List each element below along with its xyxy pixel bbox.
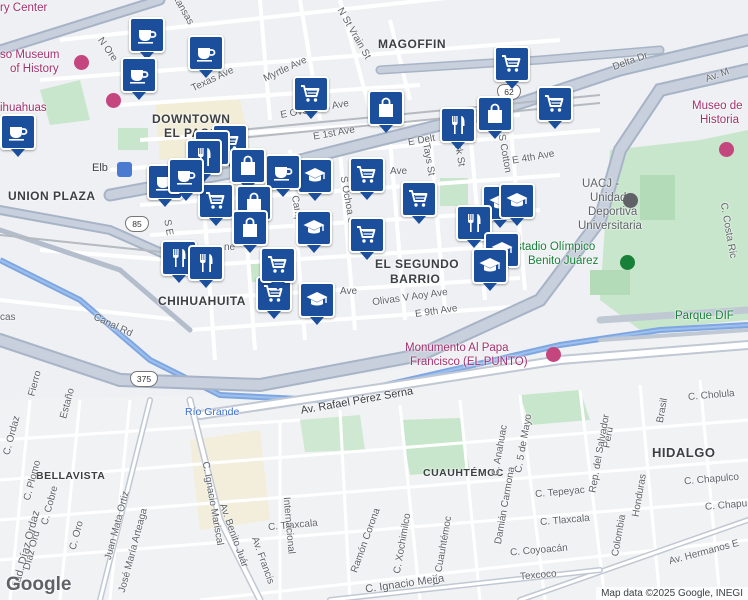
graduation-cap-icon: [478, 254, 502, 278]
map-pin-shopping[interactable]: [368, 90, 404, 133]
map-pin-school[interactable]: [499, 183, 535, 226]
street-label-ave-2: Ave: [340, 286, 358, 297]
museum-icon[interactable]: [106, 93, 121, 108]
poi-label-unidad[interactable]: Unidad: [590, 192, 626, 204]
map-pin-grocery[interactable]: [401, 181, 437, 224]
coffee-cup-icon: [271, 160, 295, 184]
poi-label-center[interactable]: ry Center: [0, 2, 47, 14]
map-pin-cafe[interactable]: [265, 154, 301, 197]
map-pin-grocery[interactable]: [349, 157, 385, 200]
map-pin-cafe[interactable]: [0, 114, 36, 157]
shopping-bag-icon: [483, 102, 507, 126]
route-shield-85: 85: [125, 216, 149, 232]
map-pin-school[interactable]: [472, 248, 508, 291]
shopping-cart-icon: [543, 92, 567, 116]
poi-label-museo[interactable]: Museo de: [692, 100, 743, 112]
map-pin-cafe[interactable]: [129, 17, 165, 60]
poi-label-history-museum[interactable]: so Museum: [0, 49, 59, 61]
poi-label-monumento[interactable]: Monumento Al Papa: [405, 342, 509, 354]
graduation-cap-icon: [305, 288, 329, 312]
neighborhood-label-chihuahuita: CHIHUAHUITA: [158, 294, 246, 308]
neighborhood-label-union-plaza: UNION PLAZA: [8, 189, 96, 203]
coffee-cup-icon: [174, 164, 198, 188]
neighborhood-label-bellavista: BELLAVISTA: [36, 470, 106, 482]
map-pin-school[interactable]: [296, 210, 332, 253]
coffee-cup-icon: [135, 23, 159, 47]
fork-knife-icon: [446, 113, 470, 137]
map-pin-grocery[interactable]: [293, 76, 329, 119]
shopping-cart-icon: [355, 163, 379, 187]
monument-icon[interactable]: [546, 347, 561, 362]
shopping-cart-icon: [500, 52, 524, 76]
map-pin-school[interactable]: [297, 158, 333, 201]
map-pin-restaurant[interactable]: [188, 245, 224, 288]
coffee-cup-icon: [6, 120, 30, 144]
shopping-cart-icon: [204, 189, 228, 213]
route-shield-375: 375: [130, 371, 158, 387]
poi-label-parque-dif[interactable]: Parque DIF: [675, 310, 734, 322]
river-label-rio-grande: Río Grande: [185, 406, 240, 418]
map-pin-school[interactable]: [299, 282, 335, 325]
map-pin-restaurant[interactable]: [440, 107, 476, 150]
neighborhood-label-magoffin: MAGOFFIN: [378, 37, 446, 51]
street-label-cas: cas: [0, 312, 16, 323]
map-attribution: Map data ©2025 Google, INEGI: [596, 587, 748, 600]
shopping-bag-icon: [238, 216, 262, 240]
neighborhood-label-barrio: BARRIO: [390, 272, 441, 286]
shopping-cart-icon: [407, 187, 431, 211]
map-pin-shopping[interactable]: [232, 210, 268, 253]
museum-icon[interactable]: [74, 55, 89, 70]
google-logo: Google: [6, 574, 72, 595]
shopping-bag-icon: [236, 154, 260, 178]
museum-icon[interactable]: [719, 142, 734, 157]
graduation-cap-icon: [505, 189, 529, 213]
neighborhood-label-el-segundo: EL SEGUNDO: [375, 257, 460, 271]
map-pin-grocery[interactable]: [537, 86, 573, 129]
map-pin-shopping[interactable]: [477, 96, 513, 139]
shopping-cart-icon: [355, 223, 379, 247]
shopping-cart-icon: [299, 82, 323, 106]
coffee-cup-icon: [194, 41, 218, 65]
neighborhood-label-hidalgo: HIDALGO: [652, 445, 716, 460]
fork-knife-icon: [194, 251, 218, 275]
poi-label-universitaria[interactable]: Universitaria: [578, 220, 642, 232]
street-label-ave: Ave: [390, 166, 408, 177]
map-pin-grocery[interactable]: [260, 247, 296, 290]
graduation-cap-icon: [303, 164, 327, 188]
map-canvas[interactable]: MAGOFFIN DOWNTOWN EL PASO UNION PLAZA EL…: [0, 0, 748, 600]
poi-label-historia[interactable]: Historia: [700, 114, 739, 126]
shopping-bag-icon: [374, 96, 398, 120]
shopping-cart-icon: [266, 253, 290, 277]
fork-knife-icon: [462, 211, 486, 235]
graduation-cap-icon: [302, 216, 326, 240]
poi-label-francisco[interactable]: Francisco (EL PUNTO): [410, 356, 528, 368]
stadium-icon[interactable]: [620, 255, 635, 270]
map-pin-cafe[interactable]: [121, 57, 157, 100]
map-pin-grocery[interactable]: [494, 46, 530, 89]
poi-label-elb[interactable]: Elb: [92, 162, 108, 174]
university-icon[interactable]: [623, 193, 638, 208]
map-pin-grocery[interactable]: [349, 217, 385, 260]
poi-label-uacj[interactable]: UACJ -: [582, 178, 619, 190]
poi-label-of-history[interactable]: of History: [10, 63, 59, 75]
poi-label-estadio[interactable]: stadio Olímpico: [516, 241, 595, 253]
poi-label-chihuahuas[interactable]: ihuahuas: [0, 102, 47, 114]
map-pin-cafe[interactable]: [188, 35, 224, 78]
map-pin-shopping[interactable]: [230, 148, 266, 191]
transit-icon[interactable]: [117, 162, 132, 177]
poi-label-benito-juarez[interactable]: Benito Juárez: [528, 255, 598, 267]
coffee-cup-icon: [127, 63, 151, 87]
map-pin-cafe[interactable]: [168, 158, 204, 201]
